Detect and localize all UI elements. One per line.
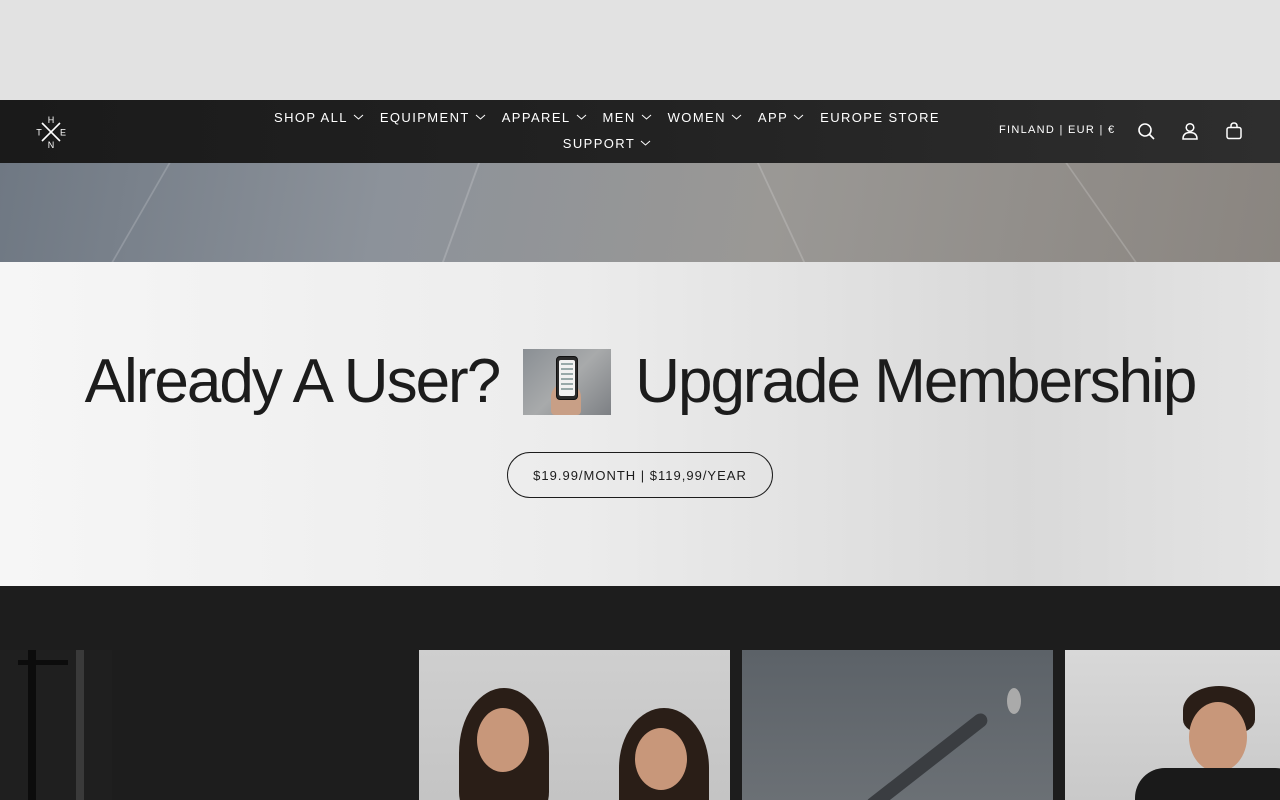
cart-icon[interactable]: [1224, 121, 1244, 141]
nav-item-label: APPAREL: [501, 109, 571, 125]
women-apparel-card[interactable]: [419, 650, 730, 800]
logo-letter-top: H: [48, 115, 55, 125]
account-icon[interactable]: [1180, 121, 1200, 141]
chevron-down-icon: [576, 113, 587, 121]
main-navigation: H T E N SHOP ALL EQUIPMENT APPAREL MEN W…: [0, 100, 1280, 163]
nav-item-label: APP: [757, 109, 789, 125]
membership-price-button[interactable]: $19.99/MONTH | $119,99/YEAR: [507, 452, 773, 498]
membership-promo: Already A User? Upgrade Membership $19.9…: [0, 262, 1280, 586]
nav-item-apparel[interactable]: APPAREL: [494, 110, 595, 125]
nav-row-secondary: SUPPORT: [274, 129, 940, 157]
nav-item-label: SUPPORT: [562, 135, 636, 151]
nav-item-shop-all[interactable]: SHOP ALL: [266, 110, 372, 125]
gym-rig-card[interactable]: [0, 650, 112, 800]
logo-letter-left: T: [36, 128, 42, 138]
nav-item-label: SHOP ALL: [274, 109, 348, 125]
logo-letter-bottom: N: [48, 140, 55, 150]
nav-item-app[interactable]: APP: [750, 110, 812, 125]
nav-item-men[interactable]: MEN: [595, 110, 660, 125]
search-icon[interactable]: [1136, 121, 1156, 141]
hero-image-strip: [0, 163, 1280, 262]
headline-already-user: Already A User?: [84, 347, 502, 416]
men-apparel-card[interactable]: [1065, 650, 1280, 800]
chevron-down-icon: [640, 139, 651, 147]
chevron-down-icon: [641, 113, 652, 121]
top-banner-area: [0, 0, 1280, 100]
nav-item-support[interactable]: SUPPORT: [555, 136, 659, 151]
nav-item-label: EUROPE STORE: [820, 109, 941, 125]
nav-item-label: WOMEN: [667, 109, 726, 125]
nav-item-label: MEN: [602, 109, 636, 125]
nav-item-women[interactable]: WOMEN: [660, 110, 750, 125]
nav-item-europe-store[interactable]: EUROPE STORE: [812, 110, 948, 125]
nav-item-label: EQUIPMENT: [379, 109, 470, 125]
featured-cards-section: [0, 586, 1280, 800]
nav-row-primary: SHOP ALL EQUIPMENT APPAREL MEN WOMEN APP: [274, 100, 940, 132]
nav-menu: SHOP ALL EQUIPMENT APPAREL MEN WOMEN APP: [274, 100, 940, 163]
chevron-down-icon: [353, 113, 364, 121]
chevron-down-icon: [475, 113, 486, 121]
locale-selector[interactable]: FINLAND | EUR | €: [999, 124, 1115, 136]
logo-letter-right: E: [60, 128, 66, 138]
chevron-down-icon: [793, 113, 804, 121]
headline-upgrade-membership: Upgrade Membership: [635, 347, 1197, 416]
chevron-down-icon: [731, 113, 742, 121]
logo-cross-icon: H T E N: [36, 115, 66, 150]
brand-logo[interactable]: H T E N: [33, 114, 69, 150]
app-phone-image: [523, 349, 612, 415]
calisthenics-card[interactable]: [742, 650, 1053, 800]
nav-item-equipment[interactable]: EQUIPMENT: [372, 110, 494, 125]
promo-headline: Already A User? Upgrade Membership: [0, 346, 1280, 418]
